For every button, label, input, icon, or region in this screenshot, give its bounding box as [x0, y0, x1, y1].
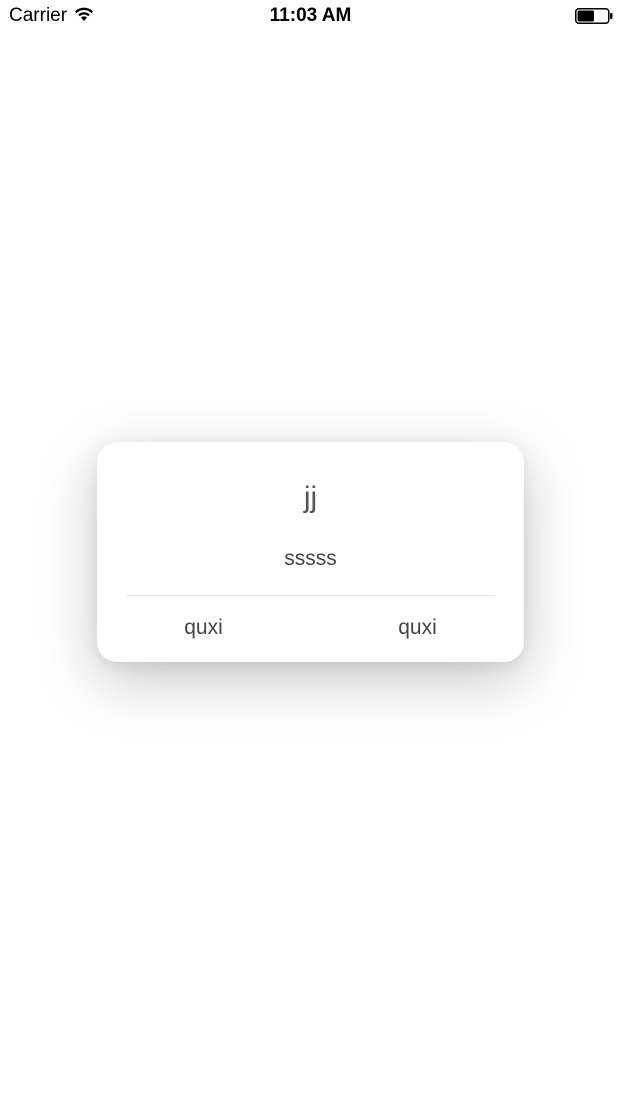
dialog-divider	[127, 595, 495, 596]
battery-icon	[575, 8, 613, 24]
dialog-message: sssss	[284, 547, 337, 570]
dialog-title: jj	[303, 481, 318, 514]
status-bar: Carrier 11:03 AM	[0, 0, 621, 32]
alert-dialog: jj sssss quxi quxi	[97, 442, 524, 662]
clock-time: 11:03 AM	[269, 5, 352, 26]
dialog-button-right[interactable]: quxi	[311, 602, 524, 654]
screen: Carrier 11:03 AM jj sssss quxi quxi	[0, 0, 621, 1104]
dialog-button-left[interactable]: quxi	[97, 602, 310, 654]
